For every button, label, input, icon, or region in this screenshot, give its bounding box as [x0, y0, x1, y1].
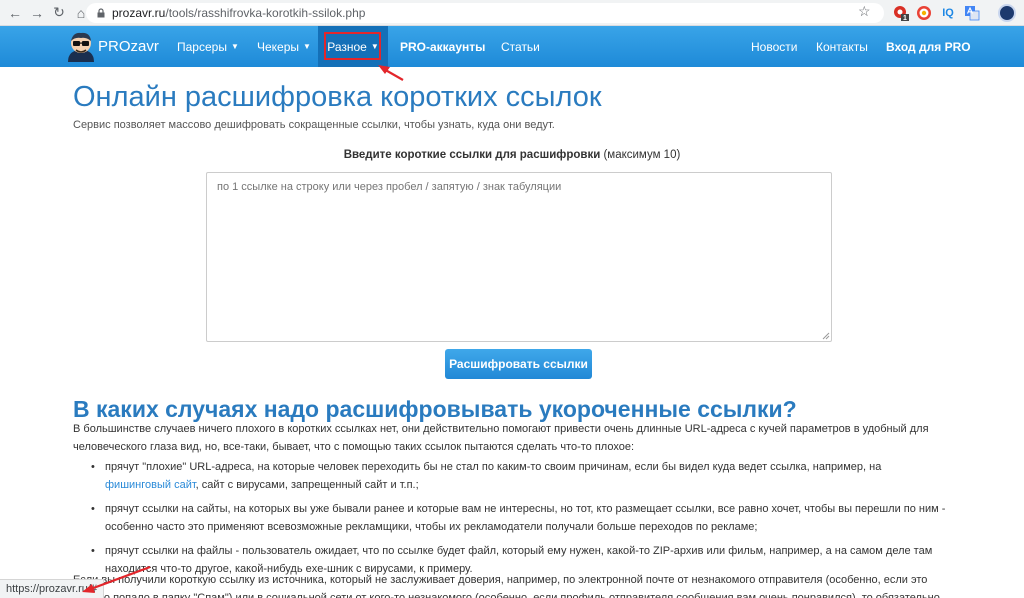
reasons-list: прячут "плохие" URL-адреса, на которые ч…	[89, 458, 949, 584]
extension-red-icon[interactable]: 1	[893, 4, 909, 22]
url-host: prozavr.ru	[112, 6, 166, 20]
bookmark-star-icon[interactable]: ☆	[858, 3, 871, 20]
site-navbar: PROzavr Парсеры ▼ Чекеры ▼ Разное ▼ PRO-акк…	[0, 26, 1024, 67]
reload-icon[interactable]: ↻	[48, 2, 70, 24]
caret-down-icon: ▼	[230, 42, 239, 51]
page-subtitle: Сервис позволяет массово дешифровать сок…	[73, 119, 555, 131]
section-heading: В каких случаях надо расшифровывать укор…	[73, 396, 797, 422]
form-label-strong: Введите короткие ссылки для расшифровки	[343, 149, 601, 161]
list-item: прячут "плохие" URL-адреса, на которые ч…	[89, 458, 949, 494]
annotation-arrow-nav	[378, 65, 404, 81]
back-arrow-icon[interactable]: ←	[4, 2, 26, 24]
nav-news[interactable]: Новости	[751, 26, 797, 67]
extension-badge: 1	[903, 15, 907, 21]
nav-checkers-label: Чекеры	[257, 39, 300, 54]
annotation-highlight-box	[324, 32, 381, 60]
logo-icon[interactable]	[64, 30, 98, 64]
list-item-text: прячут "плохие" URL-адреса, на которые ч…	[105, 461, 882, 473]
resize-grip-icon[interactable]	[820, 330, 830, 340]
status-bar-url: https://prozavr.ru/#	[0, 579, 105, 598]
caret-down-icon: ▼	[303, 42, 311, 51]
url-path: /tools/rasshifrovka-korotkih-ssilok.php	[165, 6, 366, 20]
page-title: Онлайн расшифровка коротких ссылок	[73, 81, 602, 113]
form-label-limit: (максимум 10)	[600, 149, 681, 161]
nav-parsers[interactable]: Парсеры ▼	[177, 26, 239, 67]
extension-target-icon[interactable]	[916, 4, 932, 22]
nav-pro-login[interactable]: Вход для PRO	[886, 26, 971, 67]
profile-avatar[interactable]	[998, 4, 1016, 22]
nav-pro-accounts[interactable]: PRO-аккаунты	[400, 26, 485, 67]
extension-iq-icon[interactable]: IQ	[940, 4, 956, 22]
list-item-text: , сайт с вирусами, запрещенный сайт и т.…	[195, 479, 419, 491]
lock-icon	[97, 8, 105, 18]
brand-name[interactable]: PROzavr	[98, 38, 159, 55]
links-textarea[interactable]	[206, 172, 832, 342]
forward-arrow-icon[interactable]: →	[26, 2, 48, 24]
nav-checkers[interactable]: Чекеры ▼	[257, 26, 311, 67]
nav-parsers-label: Парсеры	[177, 39, 227, 54]
nav-articles[interactable]: Статьи	[501, 26, 540, 67]
intro-paragraph: В большинстве случаев ничего плохого в к…	[73, 423, 929, 453]
phishing-link[interactable]: фишинговый сайт	[105, 479, 196, 491]
address-bar[interactable]: prozavr.ru/tools/rasshifrovka-korotkih-s…	[86, 3, 884, 23]
extension-translate-icon[interactable]	[964, 4, 980, 22]
nav-contacts[interactable]: Контакты	[816, 26, 868, 67]
list-item: прячут ссылки на сайты, на которых вы уж…	[89, 500, 949, 536]
form-label: Введите короткие ссылки для расшифровки …	[0, 149, 1024, 161]
decode-links-button[interactable]: Расшифровать ссылки	[445, 349, 592, 379]
closing-paragraph: Если вы получили короткую ссылку из исто…	[73, 574, 940, 598]
